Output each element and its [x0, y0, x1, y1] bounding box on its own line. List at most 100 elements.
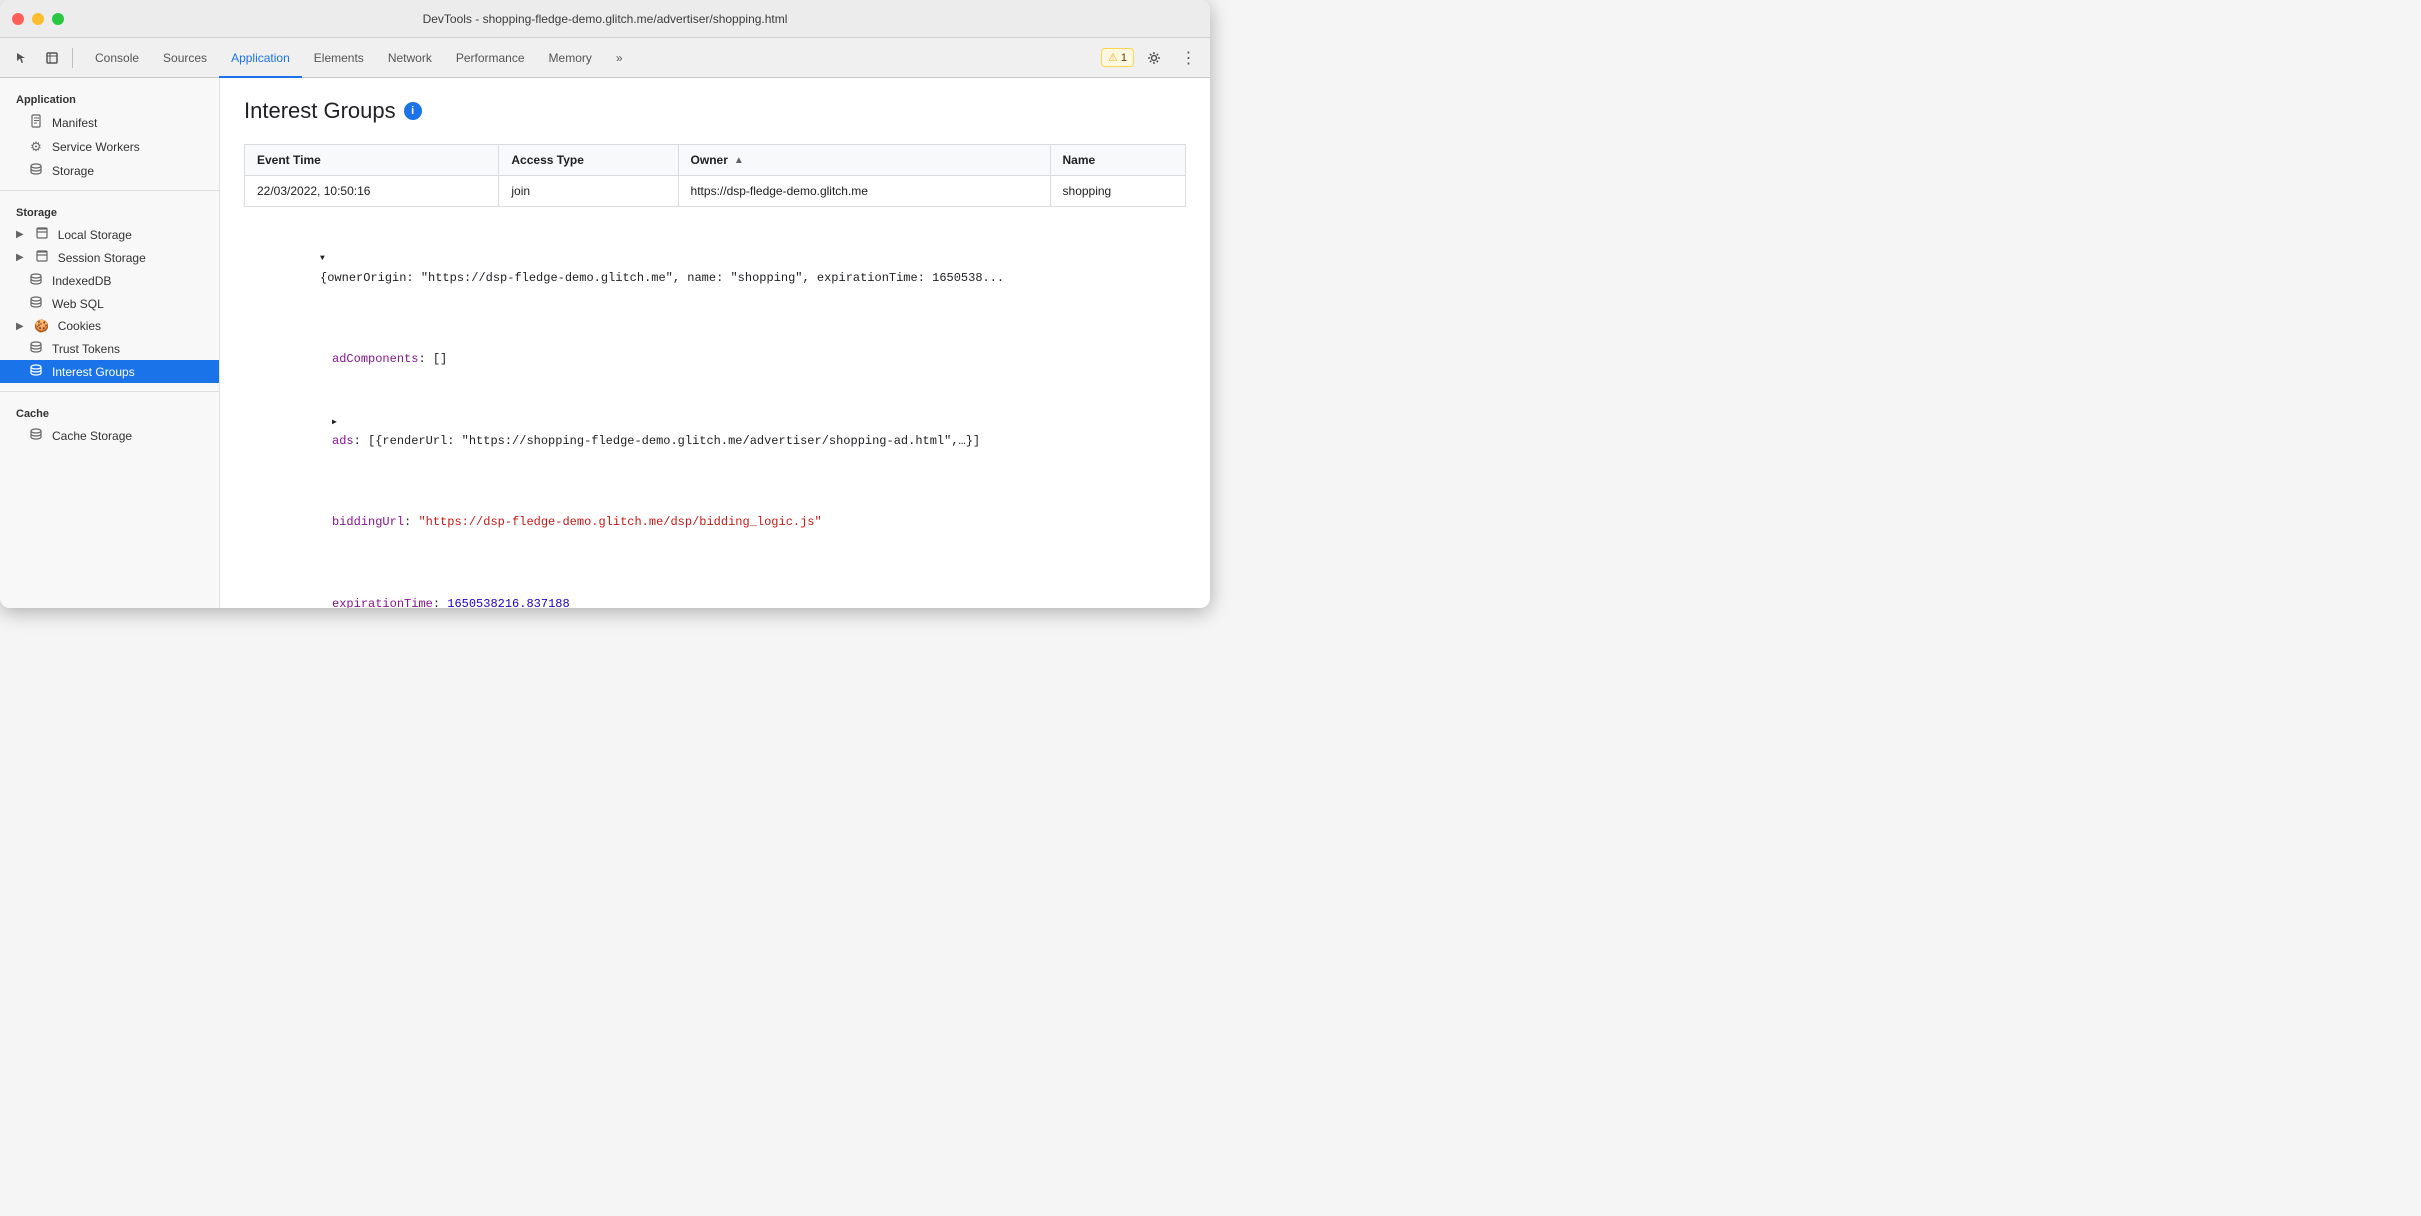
cookies-chevron: ▶	[16, 321, 24, 332]
col-name[interactable]: Name	[1050, 145, 1185, 176]
tab-application[interactable]: Application	[219, 39, 302, 78]
content-area: Interest Groups i Event Time Access Type…	[220, 78, 1210, 608]
sidebar-item-cookies-label: Cookies	[58, 319, 101, 333]
devtools-window: DevTools - shopping-fledge-demo.glitch.m…	[0, 0, 1210, 608]
cache-storage-icon	[28, 428, 44, 443]
cell-owner: https://dsp-fledge-demo.glitch.me	[678, 176, 1050, 207]
session-storage-chevron: ▶	[16, 252, 24, 263]
toolbar: Console Sources Application Elements Net…	[0, 38, 1210, 78]
sidebar-item-session-storage[interactable]: ▶ Session Storage	[0, 246, 219, 269]
cursor-icon-button[interactable]	[8, 44, 36, 72]
interest-groups-icon	[28, 364, 44, 379]
tab-console[interactable]: Console	[83, 39, 151, 78]
json-line-expirationtime: expirationTime: 1650538216.837188	[244, 553, 1186, 608]
sidebar-item-service-workers[interactable]: ⚙ Service Workers	[0, 135, 219, 159]
titlebar-title: DevTools - shopping-fledge-demo.glitch.m…	[423, 12, 788, 26]
json-root[interactable]: {ownerOrigin: "https://dsp-fledge-demo.g…	[244, 227, 1186, 309]
sidebar-item-indexeddb[interactable]: IndexedDB	[0, 269, 219, 292]
sidebar-item-manifest[interactable]: Manifest	[0, 110, 219, 135]
toolbar-right: ⚠ 1 ⋮	[1101, 44, 1202, 72]
settings-icon-button[interactable]	[1140, 44, 1168, 72]
json-line-ads[interactable]: ads: [{renderUrl: "https://shopping-fled…	[244, 390, 1186, 472]
sort-arrow-icon: ▲	[734, 155, 744, 166]
settings-icon	[1147, 51, 1161, 65]
sidebar-item-local-storage[interactable]: ▶ Local Storage	[0, 223, 219, 246]
json-key-ads: ads	[332, 434, 354, 448]
no-expand-spacer-2	[332, 492, 344, 512]
warning-icon: ⚠	[1108, 51, 1118, 64]
no-expand-spacer-3	[332, 574, 344, 594]
sidebar-item-trust-tokens-label: Trust Tokens	[52, 342, 120, 356]
cookies-icon: 🍪	[34, 319, 50, 333]
sidebar-section-storage: Storage	[0, 199, 219, 223]
tab-elements[interactable]: Elements	[302, 39, 376, 78]
no-expand-spacer	[332, 329, 344, 349]
tab-sources[interactable]: Sources	[151, 39, 219, 78]
session-storage-icon	[34, 250, 50, 265]
sidebar-section-application: Application	[0, 86, 219, 110]
col-event-time[interactable]: Event Time	[245, 145, 499, 176]
tab-memory[interactable]: Memory	[537, 39, 604, 78]
json-root-text: {ownerOrigin: "https://dsp-fledge-demo.g…	[320, 271, 1004, 285]
inspect-icon	[45, 51, 59, 65]
sidebar: Application Manifest ⚙ Service Workers S…	[0, 78, 220, 608]
sidebar-item-indexeddb-label: IndexedDB	[52, 274, 111, 288]
cursor-icon	[15, 51, 29, 65]
json-line-adcomponents: adComponents: []	[244, 309, 1186, 391]
sidebar-item-session-storage-label: Session Storage	[58, 251, 146, 265]
cell-event-time: 22/03/2022, 10:50:16	[245, 176, 499, 207]
sidebar-item-interest-groups-label: Interest Groups	[52, 365, 135, 379]
col-owner[interactable]: Owner ▲	[678, 145, 1050, 176]
json-key-expirationtime: expirationTime	[332, 597, 433, 608]
more-dots-icon: ⋮	[1181, 48, 1196, 68]
sidebar-item-web-sql[interactable]: Web SQL	[0, 292, 219, 315]
ads-expand-triangle[interactable]	[332, 411, 344, 431]
sidebar-item-cookies[interactable]: ▶ 🍪 Cookies	[0, 315, 219, 337]
sidebar-item-storage-app[interactable]: Storage	[0, 159, 219, 182]
tab-more[interactable]: »	[604, 39, 635, 78]
info-icon[interactable]: i	[404, 102, 422, 120]
close-button[interactable]	[12, 13, 24, 25]
minimize-button[interactable]	[32, 13, 44, 25]
col-owner-label: Owner	[691, 153, 728, 167]
table-row[interactable]: 22/03/2022, 10:50:16 join https://dsp-fl…	[245, 176, 1186, 207]
json-line-biddingurl: biddingUrl: "https://dsp-fledge-demo.gli…	[244, 472, 1186, 554]
local-storage-chevron: ▶	[16, 229, 24, 240]
json-val-biddingurl: "https://dsp-fledge-demo.glitch.me/dsp/b…	[418, 515, 821, 529]
more-options-button[interactable]: ⋮	[1174, 44, 1202, 72]
sidebar-item-storage-app-label: Storage	[52, 164, 94, 178]
tab-performance[interactable]: Performance	[444, 39, 537, 78]
root-expand-triangle[interactable]	[320, 247, 332, 267]
maximize-button[interactable]	[52, 13, 64, 25]
col-access-type[interactable]: Access Type	[499, 145, 678, 176]
json-tree: {ownerOrigin: "https://dsp-fledge-demo.g…	[244, 227, 1186, 608]
titlebar: DevTools - shopping-fledge-demo.glitch.m…	[0, 0, 1210, 38]
warning-badge[interactable]: ⚠ 1	[1101, 48, 1134, 67]
cell-access-type: join	[499, 176, 678, 207]
service-workers-icon: ⚙	[28, 139, 44, 155]
sidebar-divider-1	[0, 190, 219, 191]
main-area: Application Manifest ⚙ Service Workers S…	[0, 78, 1210, 608]
sidebar-item-manifest-label: Manifest	[52, 116, 97, 130]
page-title-row: Interest Groups i	[244, 98, 1186, 124]
sidebar-item-service-workers-label: Service Workers	[52, 140, 140, 154]
tab-list: Console Sources Application Elements Net…	[83, 38, 1095, 77]
sidebar-item-interest-groups[interactable]: Interest Groups	[0, 360, 219, 383]
local-storage-icon	[34, 227, 50, 242]
inspect-icon-button[interactable]	[38, 44, 66, 72]
indexeddb-icon	[28, 273, 44, 288]
storage-app-icon	[28, 163, 44, 178]
trust-tokens-icon	[28, 341, 44, 356]
traffic-lights	[12, 13, 64, 25]
tab-network[interactable]: Network	[376, 39, 444, 78]
warning-count: 1	[1121, 52, 1127, 64]
manifest-icon	[28, 114, 44, 131]
sidebar-divider-2	[0, 391, 219, 392]
sidebar-section-cache: Cache	[0, 400, 219, 424]
sidebar-item-trust-tokens[interactable]: Trust Tokens	[0, 337, 219, 360]
sidebar-item-web-sql-label: Web SQL	[52, 297, 104, 311]
sidebar-item-cache-storage[interactable]: Cache Storage	[0, 424, 219, 447]
json-val-expirationtime: 1650538216.837188	[447, 597, 569, 608]
sidebar-item-cache-storage-label: Cache Storage	[52, 429, 132, 443]
web-sql-icon	[28, 296, 44, 311]
